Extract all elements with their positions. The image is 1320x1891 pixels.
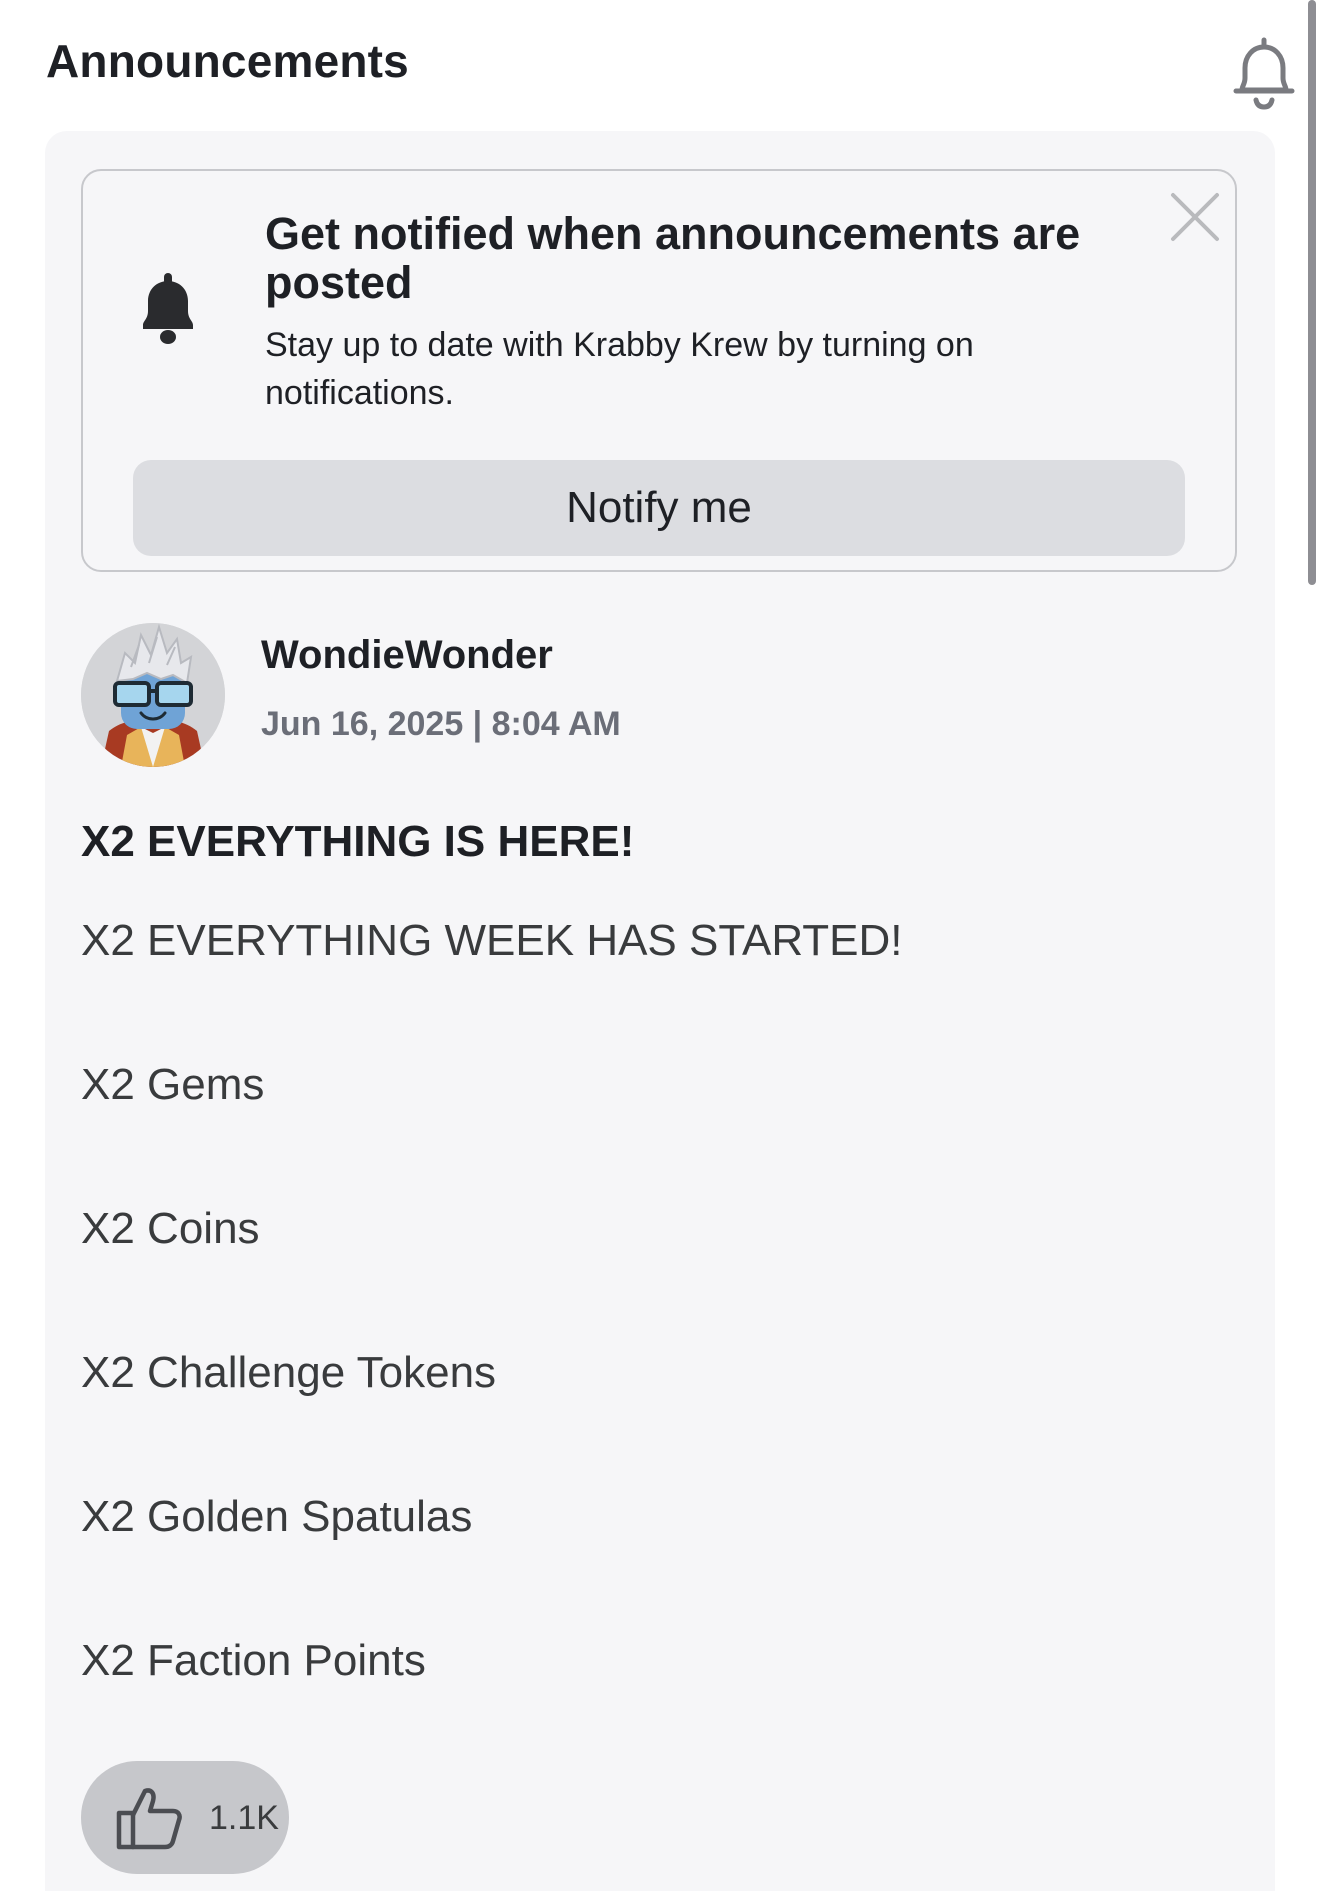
page-title: Announcements [46, 35, 409, 87]
announcements-page: Announcements Get notified when announce… [0, 0, 1320, 1891]
scrollbar-thumb[interactable] [1308, 0, 1316, 585]
bell-outline-icon[interactable] [1228, 34, 1300, 114]
notify-heading: Get notified when announcements are post… [265, 208, 1081, 308]
announcements-panel: Get notified when announcements are post… [45, 131, 1275, 1891]
post-body-line: X2 Gems [81, 1060, 265, 1109]
avatar[interactable] [81, 623, 225, 767]
post-body-line: X2 Coins [81, 1204, 260, 1253]
post-timestamp: Jun 16, 2025 | 8:04 AM [261, 705, 621, 743]
notify-me-button[interactable]: Notify me [133, 460, 1185, 556]
post-body: X2 EVERYTHING WEEK HAS STARTED! X2 Gems … [81, 915, 1231, 1779]
close-icon[interactable] [1167, 189, 1223, 245]
like-count: 1.1K [209, 1799, 279, 1837]
notify-description: Stay up to date with Krabby Krew by turn… [265, 326, 974, 412]
thumbs-up-icon [115, 1785, 183, 1851]
post-title: X2 EVERYTHING IS HERE! [81, 817, 635, 866]
scrollbar[interactable] [1308, 0, 1320, 1891]
post-author[interactable]: WondieWonder [261, 633, 553, 678]
bell-filled-icon [135, 271, 201, 349]
post-body-line: X2 Golden Spatulas [81, 1492, 473, 1541]
notification-prompt-card: Get notified when announcements are post… [81, 169, 1237, 572]
post-body-line: X2 Faction Points [81, 1636, 426, 1685]
post-body-line: X2 EVERYTHING WEEK HAS STARTED! [81, 916, 903, 965]
like-button[interactable]: 1.1K [81, 1761, 289, 1874]
post-body-line: X2 Challenge Tokens [81, 1348, 497, 1397]
